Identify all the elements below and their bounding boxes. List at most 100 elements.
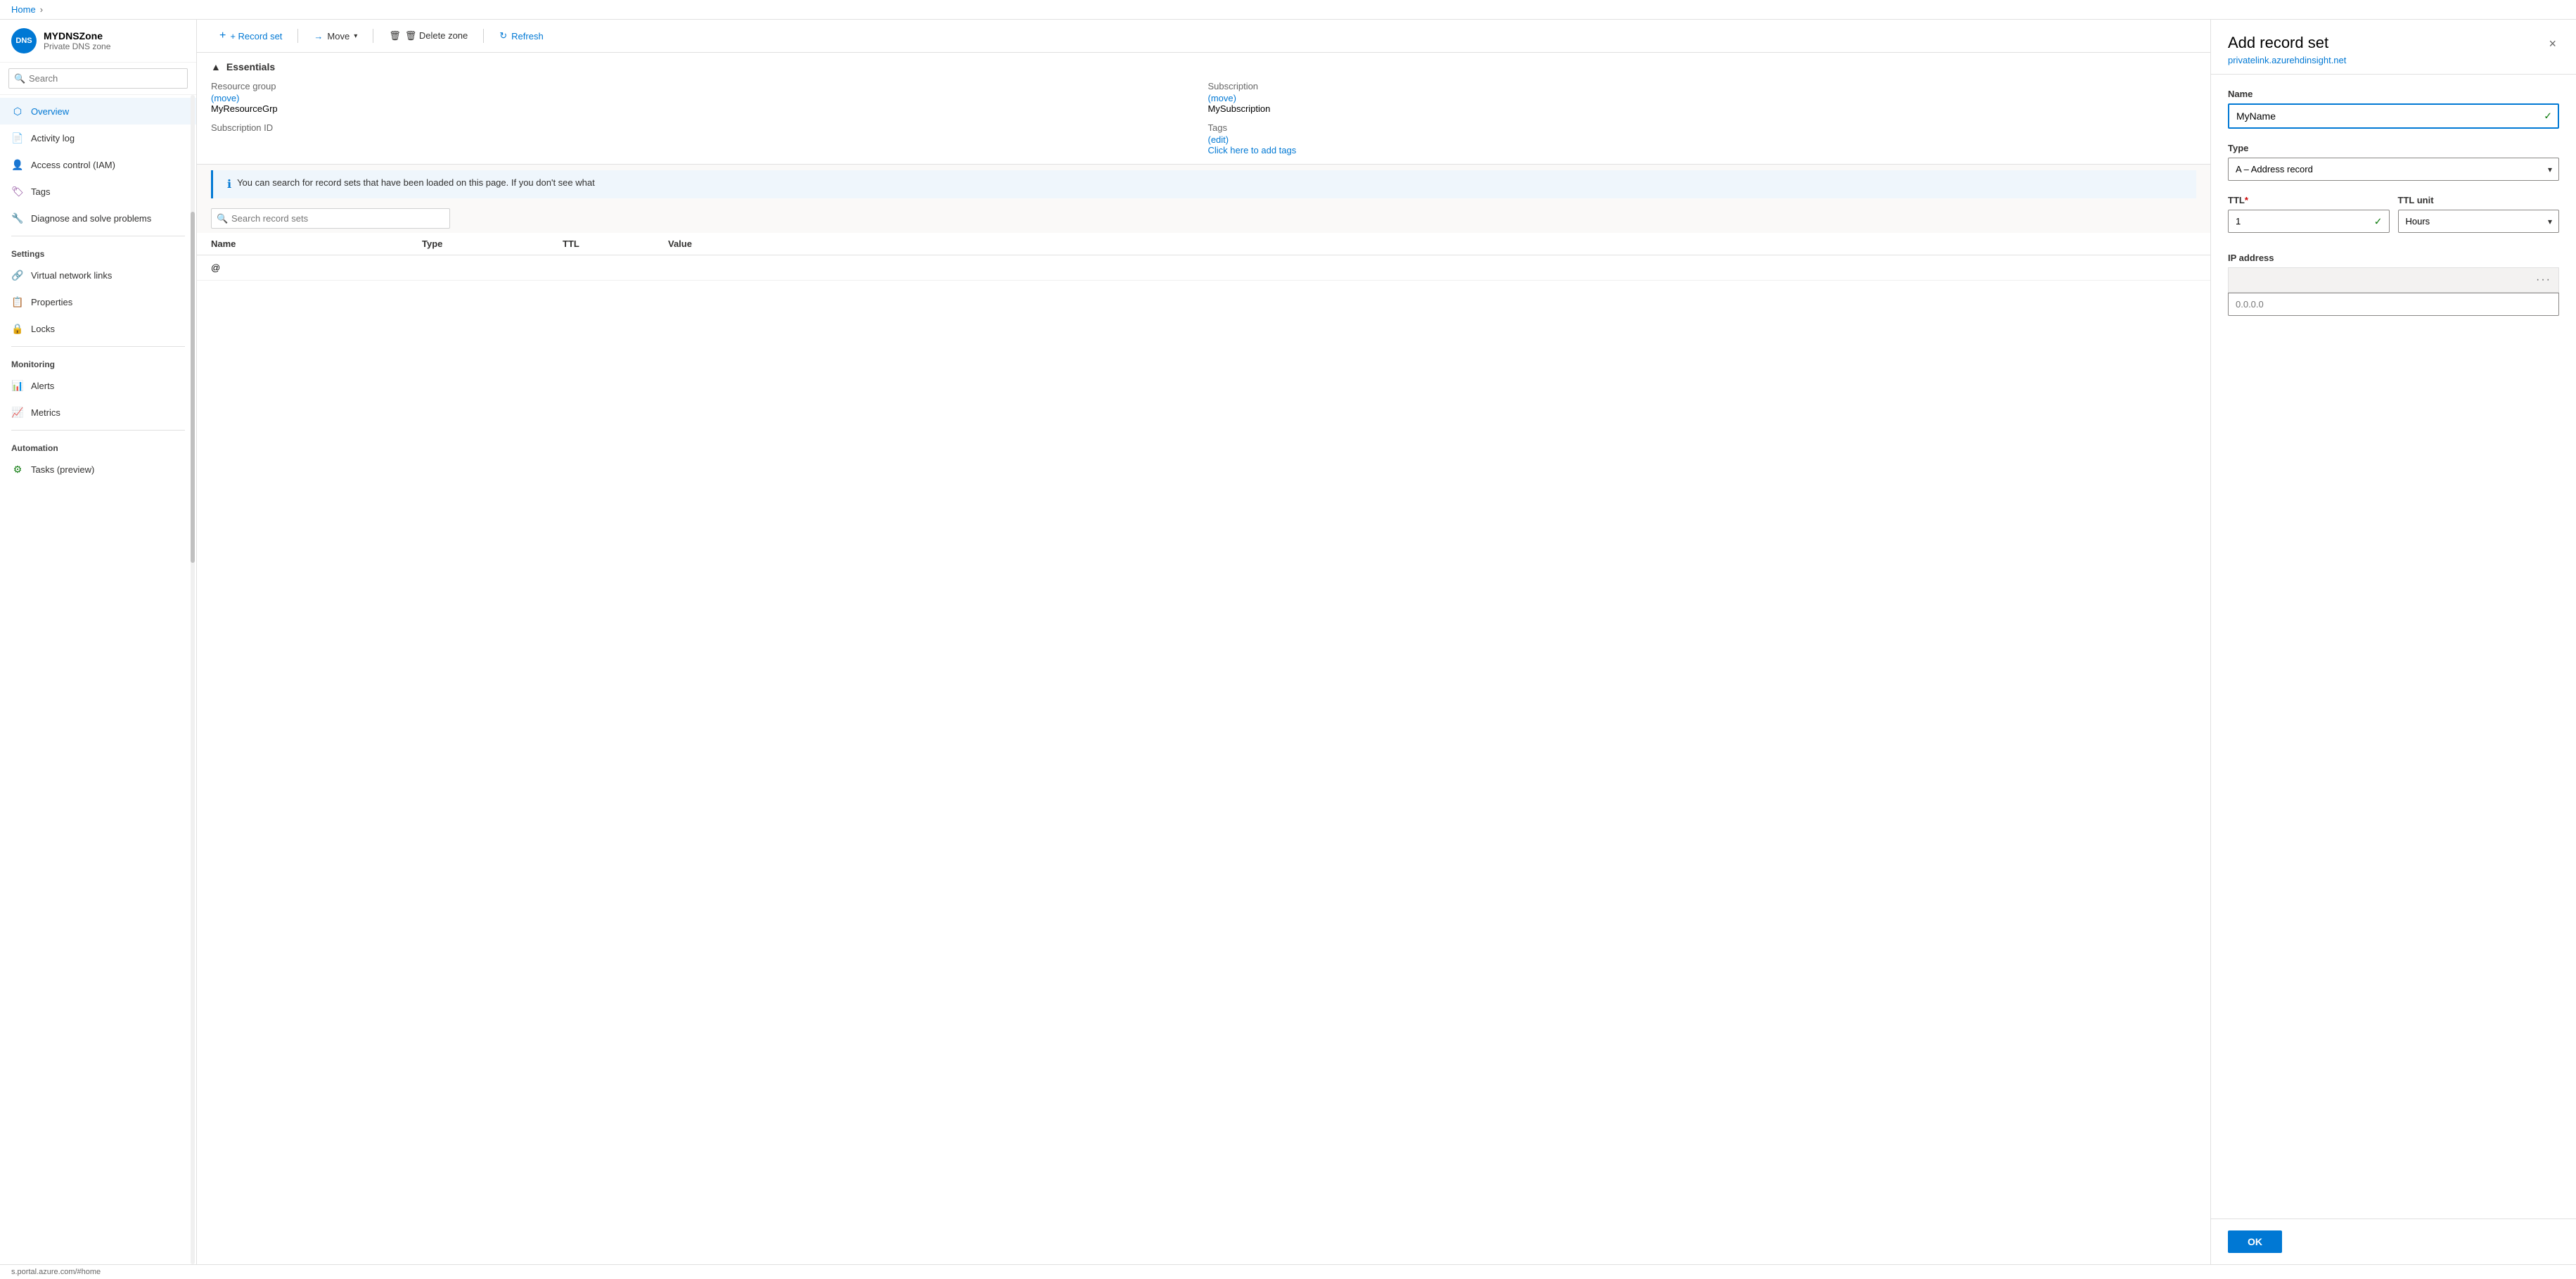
delete-zone-button[interactable]: 🗑 🗑 Delete zone [380, 26, 476, 46]
ip-address-label: IP address [2228, 253, 2559, 263]
ttl-unit-select[interactable]: Seconds Minutes Hours Days [2398, 210, 2560, 233]
resource-group-move-link[interactable]: (move) [211, 93, 239, 103]
search-icon: 🔍 [14, 73, 25, 84]
move-label: Move [327, 31, 350, 42]
ttl-row: TTL* ✓ TTL unit Seconds Minutes Hours [2228, 195, 2559, 247]
name-check-icon: ✓ [2544, 110, 2552, 122]
toolbar-sep-1 [297, 29, 298, 43]
virtual-network-icon: 🔗 [11, 269, 24, 281]
type-select-wrap: A – Address record AAAA – IPv6 address r… [2228, 158, 2559, 181]
row-ttl [563, 262, 668, 273]
sidebar-item-access-control[interactable]: 👤 Access control (IAM) [0, 151, 196, 178]
ip-address-input[interactable] [2228, 293, 2559, 316]
diagnose-icon: 🔧 [11, 212, 24, 224]
access-control-icon: 👤 [11, 158, 24, 171]
metrics-icon: 📈 [11, 406, 24, 419]
home-link[interactable]: Home [11, 4, 36, 15]
record-search-icon: 🔍 [217, 213, 228, 224]
name-input[interactable] [2228, 103, 2559, 129]
type-select[interactable]: A – Address record AAAA – IPv6 address r… [2228, 158, 2559, 181]
sidebar-nav: ⬡ Overview 📄 Activity log 👤 Access contr… [0, 95, 196, 1264]
sidebar-item-label: Locks [31, 324, 55, 334]
essentials-section: ▲ Essentials Resource group (move) MyRes… [197, 53, 2210, 165]
panel-title: Add record set [2228, 34, 2346, 52]
type-field-group: Type A – Address record AAAA – IPv6 addr… [2228, 143, 2559, 181]
sidebar-item-locks[interactable]: 🔒 Locks [0, 315, 196, 342]
monitoring-section-title: Monitoring [0, 351, 196, 372]
record-search-input[interactable] [211, 208, 450, 229]
subscription-item: Subscription (move) MySubscription [1208, 81, 2197, 114]
essentials-header[interactable]: ▲ Essentials [211, 61, 2196, 72]
type-label: Type [2228, 143, 2559, 153]
subscription-id-item: Subscription ID [211, 122, 1200, 155]
ttl-unit-field-group: TTL unit Seconds Minutes Hours Days ▾ [2398, 195, 2560, 233]
refresh-button[interactable]: ↻ Refresh [491, 26, 551, 46]
sidebar-item-label: Diagnose and solve problems [31, 213, 151, 224]
panel-subtitle: privatelink.azurehdinsight.net [2228, 55, 2346, 65]
sidebar-item-metrics[interactable]: 📈 Metrics [0, 399, 196, 426]
search-input[interactable] [8, 68, 188, 89]
activity-log-icon: 📄 [11, 132, 24, 144]
ip-more-options-button[interactable]: ··· [2536, 274, 2551, 286]
tags-label: Tags [1208, 122, 2197, 133]
name-field-group: Name ✓ [2228, 89, 2559, 129]
tags-edit-link[interactable]: (edit) [1208, 134, 1229, 145]
status-url: s.portal.azure.com/#home [11, 1268, 101, 1276]
move-button[interactable]: → Move ▾ [305, 27, 366, 46]
move-icon: → [314, 31, 323, 42]
sidebar-item-alerts[interactable]: 📊 Alerts [0, 372, 196, 399]
resource-group-item: Resource group (move) MyResourceGrp [211, 81, 1200, 114]
sidebar-item-label: Alerts [31, 381, 54, 391]
sidebar-search-container: 🔍 [0, 63, 196, 95]
properties-icon: 📋 [11, 295, 24, 308]
top-nav: Home › [0, 0, 2576, 20]
info-banner: ℹ You can search for record sets that ha… [211, 170, 2196, 198]
panel-close-button[interactable]: × [2546, 34, 2559, 54]
status-bar: s.portal.azure.com/#home [0, 1264, 2576, 1279]
sidebar-header: DNS MYDNSZone Private DNS zone [0, 20, 196, 63]
sidebar-item-label: Tasks (preview) [31, 464, 94, 475]
refresh-icon: ↻ [499, 30, 507, 42]
ttl-unit-select-wrap: Seconds Minutes Hours Days ▾ [2398, 210, 2560, 233]
nav-divider-automation [11, 430, 185, 431]
ok-button[interactable]: OK [2228, 1230, 2282, 1253]
sidebar-item-label: Metrics [31, 407, 60, 418]
resource-group-label: Resource group [211, 81, 1200, 91]
refresh-label: Refresh [511, 31, 544, 42]
sidebar-item-tasks[interactable]: ⚙ Tasks (preview) [0, 456, 196, 483]
tags-add-link[interactable]: Click here to add tags [1208, 145, 1297, 155]
sidebar-item-tags[interactable]: 🏷 Tags [0, 178, 196, 205]
table-header: Name Type TTL Value [197, 233, 2210, 255]
sidebar-item-label: Virtual network links [31, 270, 112, 281]
content-toolbar: + + Record set → Move ▾ 🗑 🗑 Delete zone … [197, 20, 2210, 53]
info-banner-text: You can search for record sets that have… [237, 177, 595, 188]
row-name: @ [211, 262, 422, 273]
delete-icon: 🗑 [389, 30, 401, 42]
dns-avatar: DNS [11, 28, 37, 53]
sidebar-item-diagnose[interactable]: 🔧 Diagnose and solve problems [0, 205, 196, 231]
col-name: Name [211, 238, 422, 249]
automation-section-title: Automation [0, 435, 196, 456]
info-icon: ℹ [227, 177, 231, 191]
subscription-move-link[interactable]: (move) [1208, 93, 1236, 103]
name-label: Name [2228, 89, 2559, 99]
tags-item: Tags (edit) Click here to add tags [1208, 122, 2197, 155]
sidebar-item-activity-log[interactable]: 📄 Activity log [0, 125, 196, 151]
subscription-id-label: Subscription ID [211, 122, 1200, 133]
ttl-input[interactable] [2228, 210, 2390, 233]
overview-icon: ⬡ [11, 105, 24, 117]
sidebar-item-properties[interactable]: 📋 Properties [0, 288, 196, 315]
settings-section-title: Settings [0, 241, 196, 262]
add-record-set-button[interactable]: + + Record set [211, 25, 290, 46]
col-value: Value [668, 238, 2196, 249]
breadcrumb-sep: › [40, 4, 43, 15]
alerts-icon: 📊 [11, 379, 24, 392]
sidebar-item-virtual-network-links[interactable]: 🔗 Virtual network links [0, 262, 196, 288]
add-icon: + [219, 30, 226, 42]
ttl-label: TTL* [2228, 195, 2390, 205]
move-chevron-icon: ▾ [354, 32, 357, 40]
sidebar-item-overview[interactable]: ⬡ Overview [0, 98, 196, 125]
col-ttl: TTL [563, 238, 668, 249]
essentials-title: Essentials [226, 61, 275, 72]
table-row[interactable]: @ [197, 255, 2210, 281]
